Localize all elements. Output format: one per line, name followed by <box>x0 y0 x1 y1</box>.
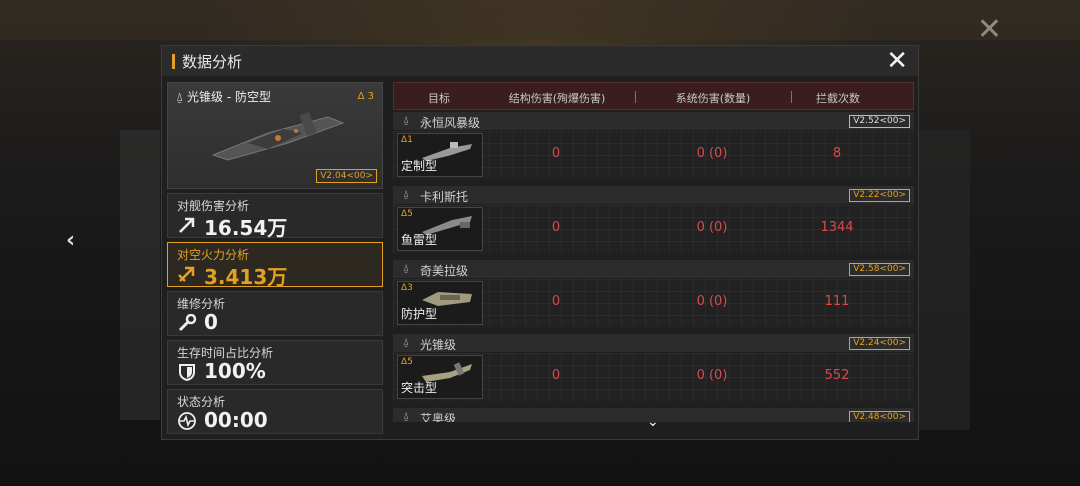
title-accent-bar <box>172 54 175 69</box>
previous-arrow-button[interactable]: ‹ <box>66 228 75 253</box>
unit-tier: Δ3 <box>401 283 413 293</box>
dialog-header: 数据分析 ✕ <box>162 46 918 76</box>
unit-thumbnail[interactable]: Δ5 突击型 <box>397 355 483 399</box>
unit-type: 定制型 <box>401 159 438 173</box>
group-header: ⍙ 卡利斯托 V2.22<00> <box>393 186 914 204</box>
ship-tier: Δ 3 <box>357 91 374 102</box>
system-damage-cell: 0 (0) <box>696 294 728 309</box>
group-name: 光锥级 <box>420 338 457 352</box>
ship-class-icon: ⍙ <box>403 411 409 422</box>
stat-value: 3.413万 <box>204 265 288 289</box>
anti-air-icon <box>178 266 195 282</box>
scroll-down-chevron-icon[interactable]: ⌄ <box>647 414 659 430</box>
unit-thumbnail[interactable]: Δ5 鱼雷型 <box>397 207 483 251</box>
background-panel-left <box>120 130 160 420</box>
ship-name: ⍙ 光锥级 - 防空型 <box>176 88 271 105</box>
wrench-icon <box>178 314 197 332</box>
system-damage-cell: 0 (0) <box>696 368 728 383</box>
unit-thumbnail[interactable]: Δ3 防护型 <box>397 281 483 325</box>
ship-class-icon: ⍙ <box>403 115 409 126</box>
data-analysis-dialog: 数据分析 ✕ ⍙ 光锥级 - 防空型 Δ 3 V2.04<00> 对舰伤害分析 … <box>161 45 919 440</box>
group-name: 永恒风暴级 <box>420 116 481 130</box>
ship-image-icon <box>211 111 345 161</box>
column-header-target: 目标 <box>428 92 450 105</box>
stat-card-status[interactable]: 状态分析 00:00 <box>167 389 383 434</box>
stat-card-anti-air[interactable]: 对空火力分析 3.413万 <box>167 242 383 289</box>
version-badge: V2.58<00> <box>849 263 910 276</box>
stat-card-anti-ship[interactable]: 对舰伤害分析 16.54万 <box>167 193 383 240</box>
group-name: 卡利斯托 <box>420 190 469 204</box>
unit-type: 鱼雷型 <box>401 233 438 247</box>
unit-tier: Δ1 <box>401 135 413 145</box>
header-divider <box>635 91 636 103</box>
pulse-icon <box>178 412 196 430</box>
intercepts-cell: 1344 <box>820 220 854 235</box>
column-header-intercepts: 拦截次数 <box>816 92 860 105</box>
table-row[interactable]: Δ5 鱼雷型 0 0 (0) 1344 <box>393 205 914 253</box>
stat-value: 16.54万 <box>204 216 288 240</box>
version-badge: V2.24<00> <box>849 337 910 350</box>
header-divider <box>791 91 792 103</box>
background-panel-right <box>915 130 970 430</box>
background-top-bar <box>0 0 1080 40</box>
version-badge: V2.52<00> <box>849 115 910 128</box>
ship-name-text: 光锥级 - 防空型 <box>187 90 271 104</box>
intercepts-cell: 8 <box>832 146 842 161</box>
ship-class-icon: ⍙ <box>403 263 409 274</box>
column-header-structure-damage: 结构伤害(殉爆伤害) <box>508 92 606 105</box>
stat-value: 0 <box>204 310 218 334</box>
unit-type: 防护型 <box>401 307 438 321</box>
arrow-up-right-icon <box>179 217 195 233</box>
unit-tier: Δ5 <box>401 357 413 367</box>
unit-tier: Δ5 <box>401 209 413 219</box>
group-header: ⍙ 奇美拉级 V2.58<00> <box>393 260 914 278</box>
structure-damage-cell: 0 <box>551 220 561 235</box>
table-row[interactable]: Δ5 突击型 0 0 (0) 552 <box>393 353 914 401</box>
structure-damage-cell: 0 <box>551 368 561 383</box>
structure-damage-cell: 0 <box>551 294 561 309</box>
group-header: ⍙ 永恒风暴级 V2.52<00> <box>393 112 914 130</box>
version-badge: V2.22<00> <box>849 189 910 202</box>
system-damage-cell: 0 (0) <box>696 220 728 235</box>
group-name: 奇美拉级 <box>420 264 469 278</box>
ship-card[interactable]: ⍙ 光锥级 - 防空型 Δ 3 V2.04<00> <box>167 82 383 189</box>
close-button[interactable]: ✕ <box>886 48 908 74</box>
ship-version-badge: V2.04<00> <box>316 169 377 183</box>
table-row[interactable]: Δ3 防护型 0 0 (0) 111 <box>393 279 914 327</box>
system-damage-cell: 0 (0) <box>696 146 728 161</box>
structure-damage-cell: 0 <box>551 146 561 161</box>
group-header: ⍙ 光锥级 V2.24<00> <box>393 334 914 352</box>
unit-thumbnail[interactable]: Δ1 定制型 <box>397 133 483 177</box>
unit-type: 突击型 <box>401 381 438 395</box>
stat-value: 100% <box>204 359 266 383</box>
stat-card-repair[interactable]: 维修分析 0 <box>167 291 383 336</box>
table-row[interactable]: Δ1 定制型 0 0 (0) 8 <box>393 131 914 179</box>
damage-table: 目标 结构伤害(殉爆伤害) 系统伤害(数量) 拦截次数 ⍙ 永恒风暴级 V2.5… <box>393 82 914 432</box>
table-header: 目标 结构伤害(殉爆伤害) 系统伤害(数量) 拦截次数 <box>393 82 914 110</box>
stat-value: 00:00 <box>204 408 268 432</box>
column-header-system-damage: 系统伤害(数量) <box>675 92 751 105</box>
intercepts-cell: 552 <box>824 368 850 383</box>
shield-icon <box>179 364 195 381</box>
ship-class-icon: ⍙ <box>176 90 188 104</box>
version-badge: V2.48<00> <box>849 411 910 422</box>
dialog-title: 数据分析 <box>182 53 243 71</box>
stat-card-survival[interactable]: 生存时间占比分析 100% <box>167 340 383 385</box>
ship-class-icon: ⍙ <box>403 189 409 200</box>
group-name: 艾奥级 <box>420 412 457 422</box>
ship-class-icon: ⍙ <box>403 337 409 348</box>
background-close-icon: ✕ <box>976 12 1002 47</box>
intercepts-cell: 111 <box>824 294 850 309</box>
